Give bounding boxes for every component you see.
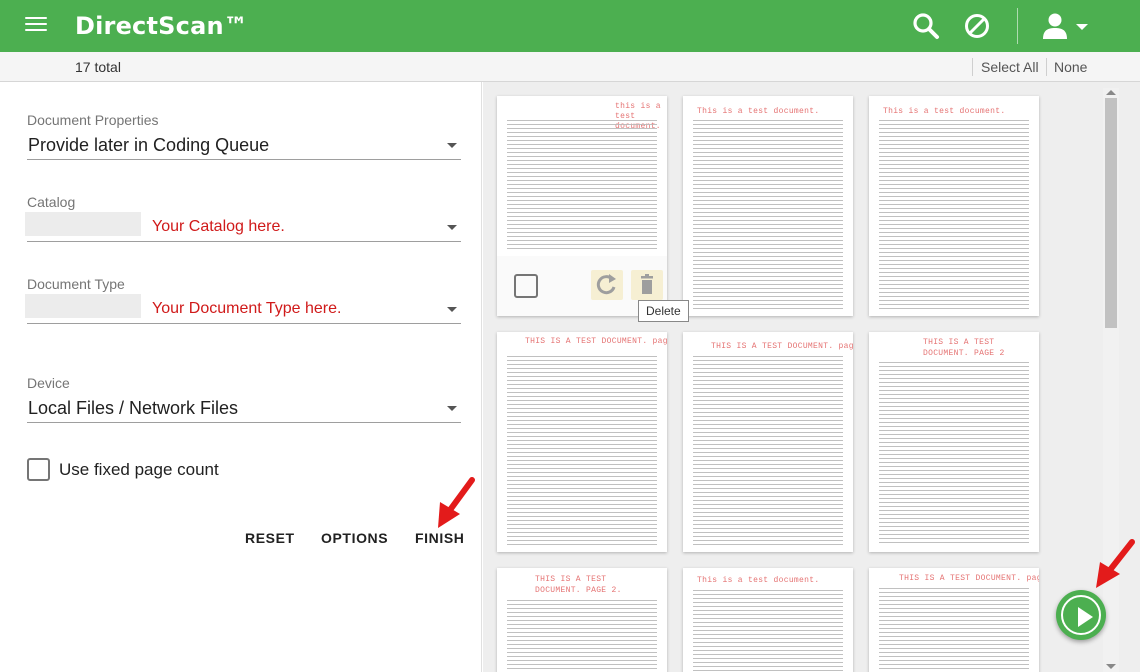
selection-toolbar: 17 total Select All None	[0, 52, 1140, 82]
rotate-button[interactable]	[591, 270, 623, 300]
document-properties-label: Document Properties	[27, 112, 159, 128]
select-none-button[interactable]: None	[1054, 59, 1087, 75]
dropdown-caret-icon	[447, 406, 457, 411]
thumbnail-text-lines	[879, 588, 1029, 672]
device-value: Local Files / Network Files	[28, 398, 239, 418]
thumbnail-stamp: THIS IS A TEST DOCUMENT. PAGE 2.	[535, 575, 622, 595]
page-thumbnail[interactable]: THIS IS A TEST DOCUMENT. PAGE 2	[869, 332, 1039, 552]
thumbnail-stamp: THIS IS A TEST DOCUMENT. page 2.	[711, 342, 853, 351]
scan-settings-panel: Document Properties Provide later in Cod…	[0, 82, 482, 672]
thumbnail-stamp: This is a test document.	[697, 576, 820, 585]
delete-tooltip: Delete	[638, 300, 689, 322]
dropdown-caret-icon	[447, 225, 457, 230]
annotation-arrow-icon	[1096, 539, 1135, 588]
page-select-checkbox[interactable]	[514, 274, 538, 298]
thumbnail-stamp: THIS IS A TEST DOCUMENT. page 1	[899, 574, 1039, 583]
user-icon[interactable]	[1042, 12, 1068, 40]
thumbnail-text-lines	[507, 356, 657, 546]
scrollbar-thumb[interactable]	[1105, 98, 1117, 328]
chevron-down-icon[interactable]	[1076, 24, 1088, 30]
reset-button[interactable]: RESET	[245, 530, 295, 546]
document-properties-select[interactable]: Provide later in Coding Queue	[27, 130, 461, 160]
page-thumbnail[interactable]: THIS IS A TEST DOCUMENT. page 1	[869, 568, 1039, 672]
thumbnail-text-lines	[507, 120, 657, 252]
thumbnail-text-lines	[693, 120, 843, 310]
fixed-page-count-checkbox[interactable]	[27, 458, 50, 481]
app-title: DirectScan™	[75, 12, 248, 40]
thumbnail-text-lines	[879, 362, 1029, 546]
start-scan-play-button[interactable]	[1056, 590, 1106, 640]
search-icon[interactable]	[912, 12, 940, 40]
rotate-icon	[596, 274, 616, 295]
page-thumbnail[interactable]: THIS IS A TEST DOCUMENT. PAGE 2.	[497, 568, 667, 672]
options-button[interactable]: OPTIONS	[321, 530, 388, 546]
delete-button[interactable]	[631, 270, 663, 300]
annotation-arrow-icon	[438, 477, 475, 528]
app-bar: DirectScan™	[0, 0, 1140, 52]
thumbnail-text-lines	[693, 356, 843, 546]
document-properties-value: Provide later in Coding Queue	[28, 135, 270, 155]
thumbnail-stamp: THIS IS A TEST DOCUMENT. page 1	[525, 337, 667, 346]
thumbnail-stamp: This is a test document.	[883, 107, 1006, 116]
finish-button[interactable]: FINISH	[415, 530, 465, 546]
dropdown-caret-icon	[447, 307, 457, 312]
select-all-button[interactable]: Select All	[981, 59, 1039, 75]
document-type-label: Document Type	[27, 276, 125, 292]
scroll-up-arrow-icon[interactable]	[1106, 90, 1116, 95]
fixed-page-count-label: Use fixed page count	[59, 460, 219, 479]
divider	[1046, 58, 1047, 76]
page-thumbnail-grid: this is a test document. This is a test …	[483, 82, 1140, 672]
page-thumbnail[interactable]: This is a test document.	[683, 96, 853, 316]
catalog-select[interactable]: Your Catalog here.	[25, 212, 461, 242]
document-type-hint: Your Document Type here.	[152, 300, 342, 317]
device-label: Device	[27, 375, 70, 391]
thumbnail-stamp: This is a test document.	[697, 107, 820, 116]
thumbnail-text-lines	[879, 120, 1029, 310]
page-thumbnail[interactable]: this is a test document.	[497, 96, 667, 316]
thumbnail-text-lines	[693, 590, 843, 672]
divider	[972, 58, 973, 76]
appbar-divider	[1017, 8, 1018, 44]
document-type-value-placeholder	[25, 294, 141, 318]
device-select[interactable]: Local Files / Network Files	[27, 393, 461, 423]
catalog-value-placeholder	[25, 212, 141, 236]
page-thumbnail[interactable]: This is a test document.	[869, 96, 1039, 316]
document-type-select[interactable]: Your Document Type here.	[25, 294, 461, 324]
thumbnail-text-lines	[507, 600, 657, 672]
thumbnail-stamp: THIS IS A TEST DOCUMENT. PAGE 2	[923, 338, 1005, 358]
dropdown-caret-icon	[447, 143, 457, 148]
scroll-down-arrow-icon[interactable]	[1106, 664, 1116, 669]
page-thumbnail[interactable]: THIS IS A TEST DOCUMENT. page 2.	[683, 332, 853, 552]
catalog-hint: Your Catalog here.	[152, 218, 285, 235]
page-thumbnail[interactable]: This is a test document.	[683, 568, 853, 672]
play-icon	[1061, 595, 1101, 635]
trash-icon	[641, 274, 653, 294]
total-count: 17 total	[75, 59, 121, 75]
block-icon[interactable]	[963, 12, 991, 40]
catalog-label: Catalog	[27, 194, 76, 210]
hamburger-menu-icon[interactable]	[25, 17, 47, 35]
page-thumbnail[interactable]: THIS IS A TEST DOCUMENT. page 1	[497, 332, 667, 552]
